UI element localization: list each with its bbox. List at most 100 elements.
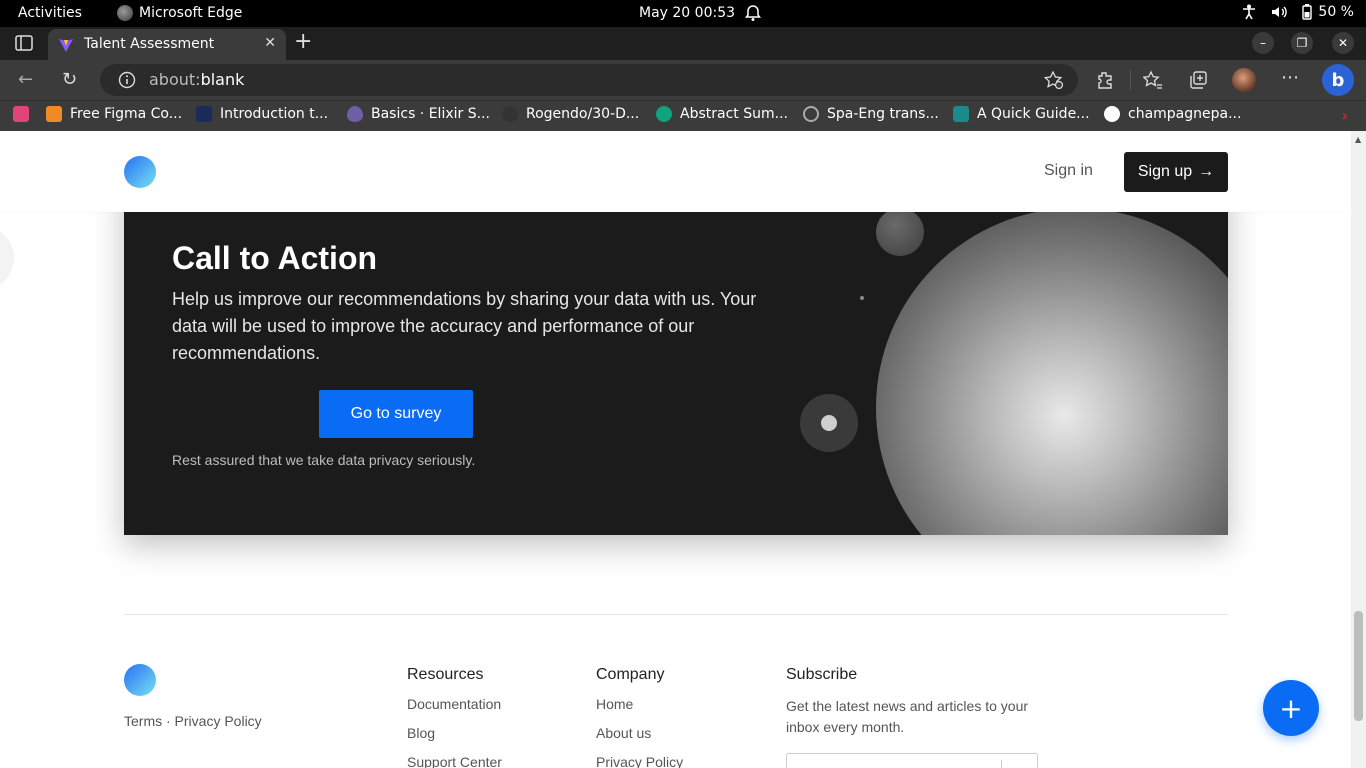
bookmark-favicon-icon — [46, 106, 62, 122]
bing-copilot-icon[interactable]: b — [1322, 64, 1354, 96]
url-scheme: about: — [149, 70, 201, 89]
bookmark-label: Free Figma Co... — [70, 106, 183, 122]
arrow-right-icon: → — [1198, 163, 1215, 180]
floating-add-button[interactable]: + — [1263, 680, 1319, 736]
footer-company-column: Company Home About us Privacy Policy — [596, 666, 683, 768]
bookmark-item[interactable]: A Quick Guide... — [953, 106, 1090, 122]
clock[interactable]: May 20 00:53 — [639, 5, 735, 21]
footer-divider — [124, 614, 1228, 615]
site-info-icon[interactable] — [118, 71, 136, 89]
app-name: Microsoft Edge — [139, 5, 243, 21]
decorative-orb — [860, 296, 864, 300]
sign-in-link[interactable]: Sign in — [1044, 162, 1093, 180]
address-bar[interactable]: about:blank — [100, 64, 1078, 96]
tab-actions-icon[interactable] — [14, 34, 34, 52]
footer-legal-links[interactable]: Terms · Privacy Policy — [124, 713, 262, 729]
profile-avatar[interactable] — [1232, 68, 1256, 92]
go-to-survey-button[interactable]: Go to survey — [319, 390, 473, 438]
address-text[interactable]: about:blank — [149, 70, 244, 89]
extensions-icon[interactable] — [1095, 70, 1115, 90]
sign-up-button[interactable]: Sign up → — [1124, 152, 1228, 192]
bookmark-label: Spa-Eng trans... — [827, 106, 939, 122]
os-top-bar: Activities Microsoft Edge May 20 00:53 5… — [0, 0, 1366, 27]
decorative-sphere — [876, 208, 1228, 535]
app-menu[interactable]: Microsoft Edge — [117, 5, 242, 21]
scrollbar-thumb[interactable] — [1354, 611, 1363, 721]
toolbar-divider — [1130, 70, 1131, 90]
bookmark-item[interactable]: Free Figma Co... — [46, 106, 182, 122]
tab-close-icon[interactable]: ✕ — [264, 35, 276, 51]
subscribe-description: Get the latest news and articles to your… — [786, 698, 1029, 735]
footer-link-privacy-policy[interactable]: Privacy Policy — [596, 754, 683, 768]
battery-percent: 50 % — [1318, 4, 1354, 20]
decorative-blob — [0, 226, 14, 290]
footer-link-about-us[interactable]: About us — [596, 725, 683, 742]
restore-button[interactable]: ❐ — [1291, 32, 1313, 54]
bookmarks-overflow-chevron-icon[interactable]: › — [1342, 106, 1348, 125]
company-heading: Company — [596, 666, 665, 683]
github-icon — [502, 106, 518, 122]
cta-title: Call to Action — [172, 240, 378, 276]
decorative-orb — [876, 208, 924, 256]
bookmark-item[interactable]: Abstract Sum... — [656, 106, 788, 122]
browser-toolbar: ← ↻ about:blank ⋯ b — [0, 60, 1366, 100]
tab-title: Talent Assessment — [84, 36, 215, 52]
bookmark-item[interactable]: Basics · Elixir S... — [347, 106, 490, 122]
favorites-icon[interactable] — [1143, 70, 1163, 90]
edge-icon — [117, 5, 133, 21]
page-scrollbar[interactable]: ▲ — [1351, 131, 1366, 768]
vite-favicon-icon — [59, 39, 73, 52]
bookmark-item[interactable]: champagnepa... — [1104, 106, 1241, 122]
url-path: blank — [200, 70, 245, 89]
footer-subscribe-column: Subscribe Get the latest news and articl… — [786, 666, 1036, 738]
bookmark-label: Introduction t... — [220, 106, 329, 122]
footer-link-support-center[interactable]: Support Center — [407, 754, 502, 768]
site-header: Sign in Sign up → — [0, 131, 1351, 212]
cta-description: Help us improve our recommendations by s… — [172, 289, 757, 363]
decorative-orb — [821, 415, 837, 431]
bookmarks-bar: Free Figma Co... Introduction t... Basic… — [0, 100, 1366, 131]
guide-icon — [953, 106, 969, 122]
system-tray[interactable]: 50 % — [1242, 4, 1354, 20]
minimize-button[interactable]: – — [1252, 32, 1274, 54]
footer-link-home[interactable]: Home — [596, 696, 683, 713]
resources-heading: Resources — [407, 666, 484, 683]
footer-link-documentation[interactable]: Documentation — [407, 696, 502, 713]
elixir-drop-icon — [347, 106, 363, 122]
collections-icon[interactable] — [1188, 70, 1208, 90]
bookmark-label: Basics · Elixir S... — [371, 106, 490, 122]
close-window-button[interactable]: ✕ — [1332, 32, 1354, 54]
infinity-icon — [803, 106, 819, 122]
footer-resources-column: Resources Documentation Blog Support Cen… — [407, 666, 502, 768]
tab-talent-assessment[interactable]: Talent Assessment ✕ — [48, 29, 286, 60]
page-viewport: Sign in Sign up → Call to Action Help us… — [0, 131, 1351, 768]
subscribe-email-input[interactable] — [786, 753, 1038, 768]
more-menu-icon[interactable]: ⋯ — [1281, 67, 1299, 88]
privacy-note: Rest assured that we take data privacy s… — [172, 452, 476, 468]
download-icon — [13, 106, 29, 122]
input-divider — [1001, 760, 1002, 768]
footer-logo[interactable] — [124, 664, 156, 696]
add-favorite-icon[interactable] — [1044, 71, 1064, 89]
site-logo[interactable] — [124, 156, 156, 188]
footer-link-blog[interactable]: Blog — [407, 725, 502, 742]
bookmark-item[interactable]: Rogendo/30-D... — [502, 106, 639, 122]
openai-icon — [656, 106, 672, 122]
github-icon — [1104, 106, 1120, 122]
call-to-action-section: Call to Action Help us improve our recom… — [124, 176, 1228, 535]
bookmark-label: Rogendo/30-D... — [526, 106, 640, 122]
back-arrow-icon[interactable]: ← — [18, 69, 33, 90]
scroll-up-arrow-icon[interactable]: ▲ — [1355, 135, 1361, 144]
bookmark-item[interactable]: Introduction t... — [196, 106, 328, 122]
bookmark-label: A Quick Guide... — [977, 106, 1090, 122]
volume-icon — [1272, 6, 1288, 18]
bookmark-item[interactable]: Spa-Eng trans... — [803, 106, 939, 122]
reload-icon[interactable]: ↻ — [62, 69, 77, 90]
new-tab-button[interactable]: + — [294, 31, 312, 53]
bookmark-favicon-icon — [196, 106, 212, 122]
bookmark-label: champagnepa... — [1128, 106, 1242, 122]
bookmark-download[interactable] — [13, 106, 29, 122]
accessibility-icon — [1243, 4, 1256, 20]
notification-bell-icon — [745, 5, 761, 21]
activities-button[interactable]: Activities — [18, 5, 82, 21]
